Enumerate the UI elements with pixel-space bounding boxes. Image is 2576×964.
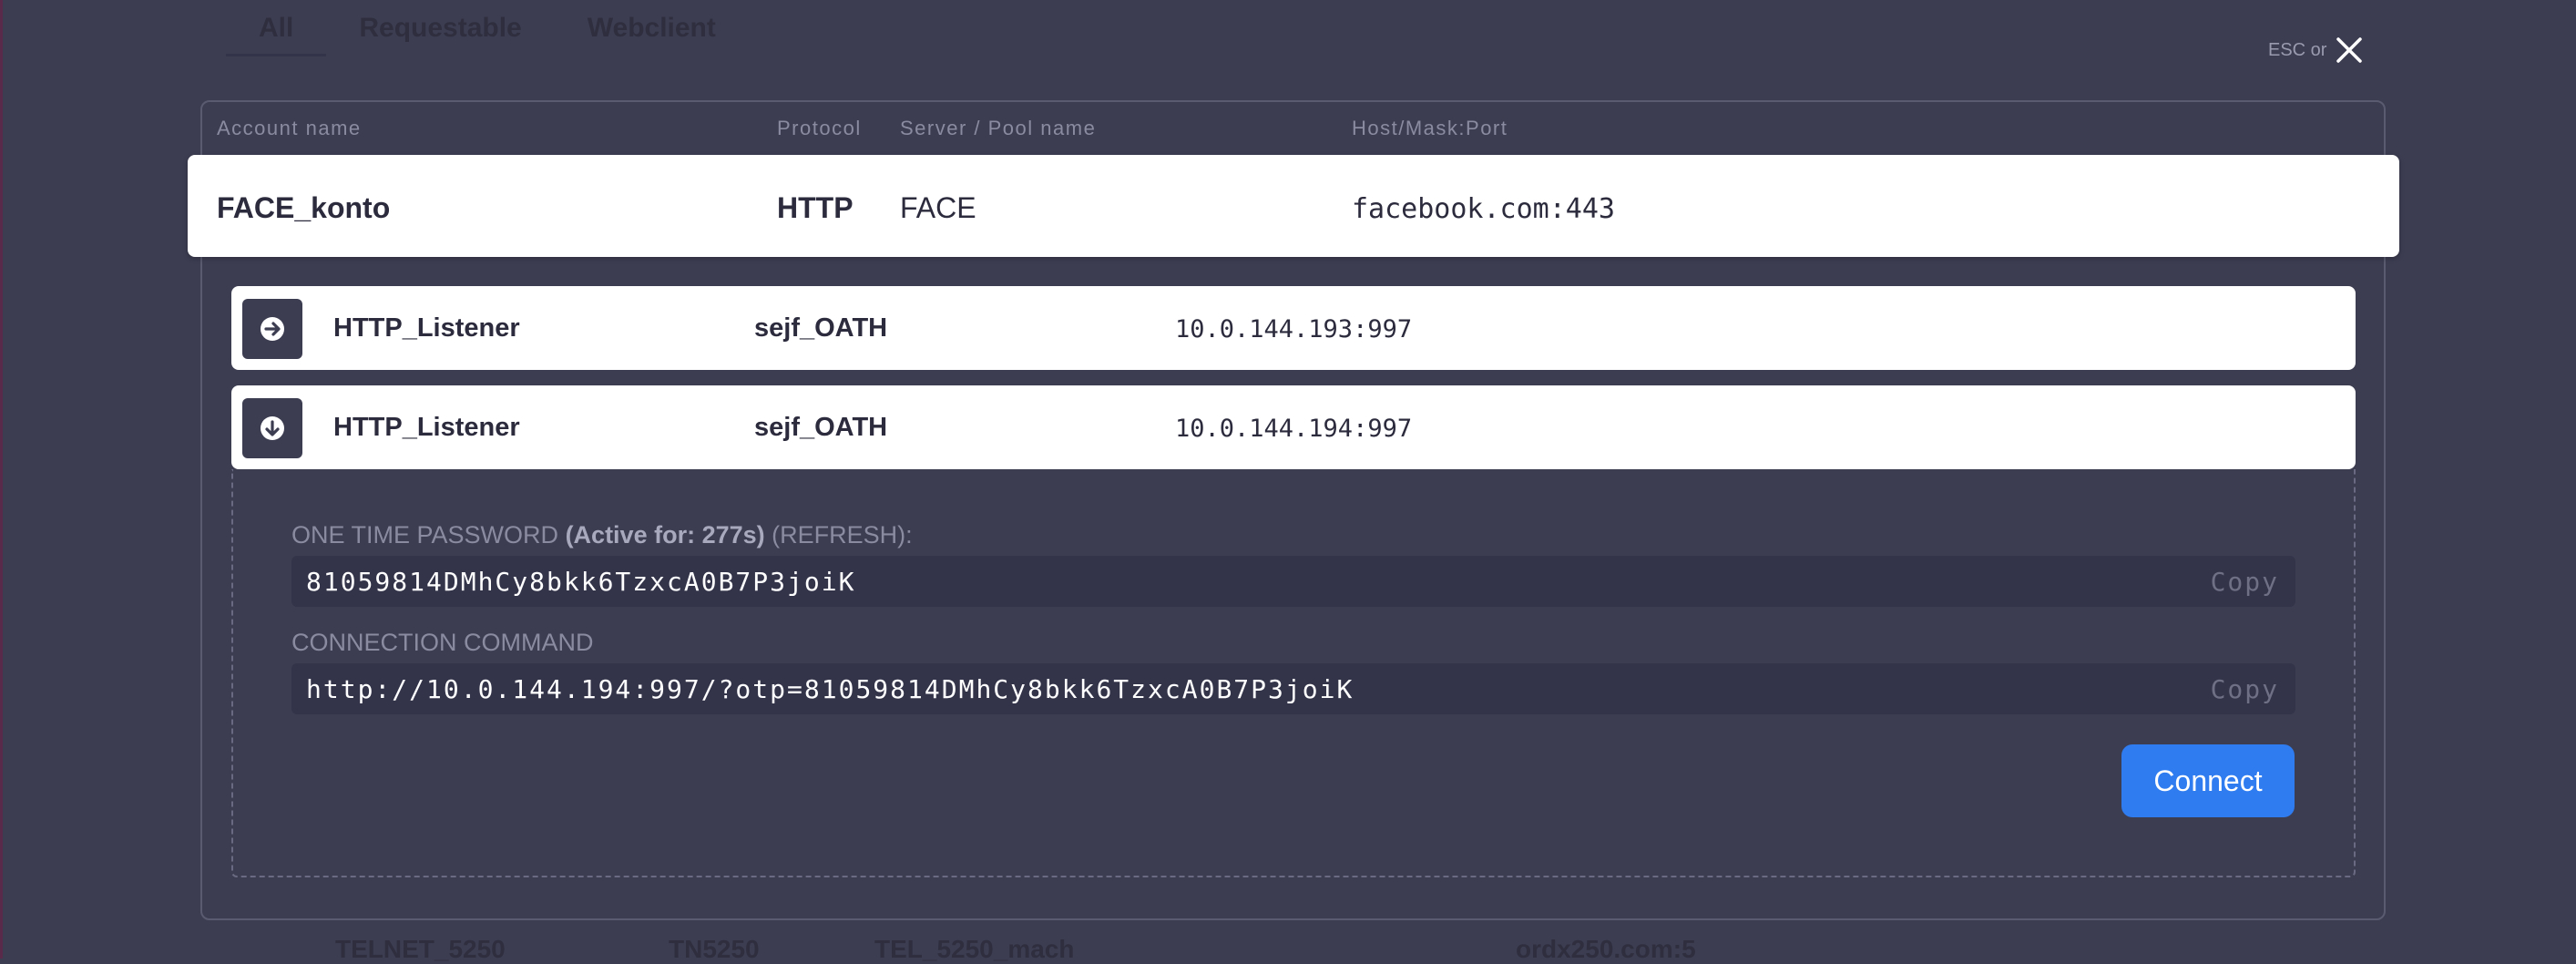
account-protocol: HTTP [777, 191, 854, 224]
tab-requestable: Requestable [359, 13, 522, 43]
connect-button[interactable]: Connect [2121, 744, 2295, 817]
background-row: TELNET_5250 TN5250 TEL_5250_mach ordx250… [0, 931, 2576, 963]
connection-command-label: CONNECTION COMMAND [291, 629, 594, 656]
collapse-button[interactable] [242, 398, 302, 458]
account-row[interactable]: FACE_konto HTTP FACE facebook.com:443 [188, 155, 2399, 257]
close-control: ESC or [2268, 35, 2365, 66]
arrow-right-circle-icon [261, 317, 284, 341]
bg-account: TELNET_5250 [335, 935, 506, 963]
bg-protocol: TN5250 [669, 935, 760, 963]
tab-webclient: Webclient [587, 13, 716, 43]
pool-server: sejf_OATH [754, 313, 888, 343]
connection-command-field: http://10.0.144.194:997/?otp=81059814DMh… [291, 663, 2295, 714]
connection-command-value: http://10.0.144.194:997/?otp=81059814DMh… [306, 674, 1354, 704]
bg-host: ordx250.com:5 [1516, 935, 1696, 963]
account-name: FACE_konto [217, 191, 391, 224]
close-icon[interactable] [2334, 35, 2365, 66]
pool-host: 10.0.144.193:997 [1175, 315, 1413, 344]
pool-name: HTTP_Listener [333, 313, 520, 343]
header-account-name: Account name [217, 117, 362, 139]
account-host: facebook.com:443 [1352, 193, 1615, 225]
otp-label: ONE TIME PASSWORD [291, 521, 559, 549]
otp-field: 81059814DMhCy8bkk6TzxcA0B7P3joiK Copy [291, 556, 2295, 607]
window-edge [0, 0, 3, 959]
pool-row-expanded[interactable]: HTTP_Listener sejf_OATH 10.0.144.194:997 [231, 385, 2356, 469]
header-host: Host/Mask:Port [1352, 117, 1508, 139]
tab-all: All [226, 0, 327, 56]
otp-refresh-link[interactable]: (REFRESH): [772, 521, 913, 549]
pool-row[interactable]: HTTP_Listener sejf_OATH 10.0.144.193:997 [231, 286, 2356, 370]
account-server: FACE [900, 191, 976, 224]
background-tabs: All Requestable Webclient [226, 0, 749, 73]
otp-label-line: ONE TIME PASSWORD (Active for: 277s) (RE… [291, 521, 913, 549]
pool-name: HTTP_Listener [333, 413, 520, 442]
copy-otp-button[interactable]: Copy [2211, 567, 2279, 597]
bg-server: TEL_5250_mach [874, 935, 1075, 963]
expand-button[interactable] [242, 299, 302, 359]
otp-value: 81059814DMhCy8bkk6TzxcA0B7P3joiK [306, 567, 856, 597]
pool-server: sejf_OATH [754, 413, 888, 442]
header-server: Server / Pool name [900, 117, 1097, 139]
arrow-down-circle-icon [261, 416, 284, 440]
esc-hint: ESC or [2268, 39, 2327, 60]
copy-command-button[interactable]: Copy [2211, 674, 2279, 704]
pool-host: 10.0.144.194:997 [1175, 415, 1413, 443]
header-protocol: Protocol [777, 117, 862, 139]
otp-active-timer: (Active for: 277s) [565, 521, 765, 549]
